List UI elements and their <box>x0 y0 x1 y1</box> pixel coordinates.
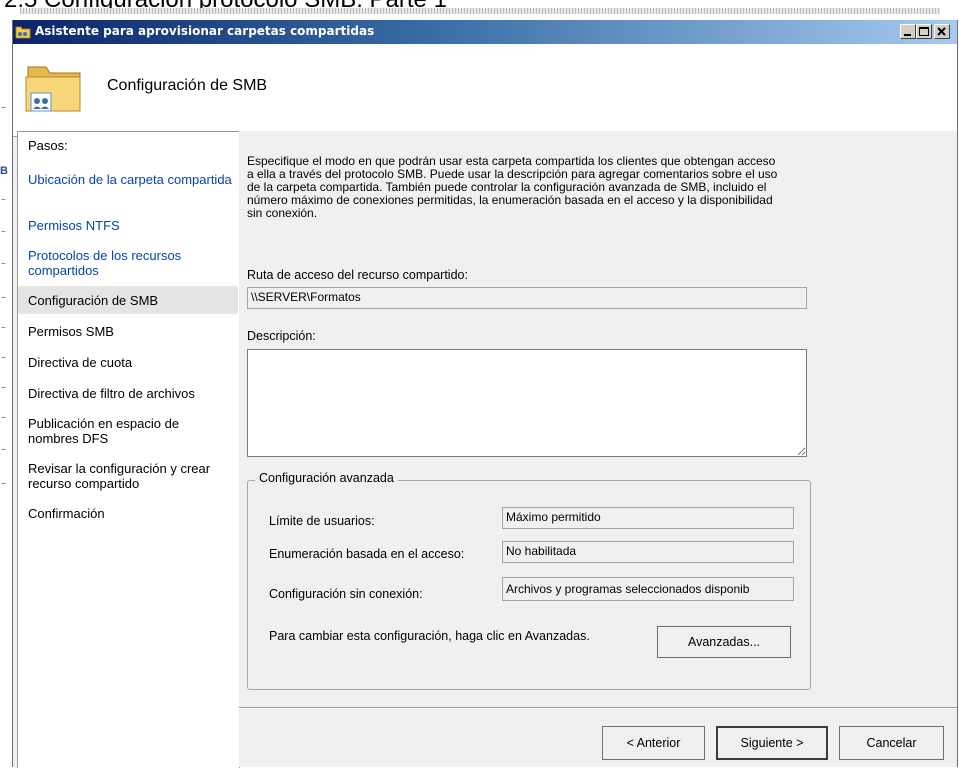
background-ie-label: B <box>0 165 8 177</box>
wizard-window: Asistente para aprovisionar carpetas com… <box>12 20 958 768</box>
offline-settings-value: Archivos y programas seleccionados dispo… <box>502 577 794 601</box>
minimize-button[interactable] <box>900 24 916 39</box>
step-review-create: Revisar la configuración y crear recurso… <box>28 461 211 491</box>
step-smb-settings: Configuración de SMB <box>28 293 159 308</box>
background-divider: – <box>1 292 6 303</box>
background-window-strip <box>20 8 940 14</box>
shared-folder-icon <box>15 26 31 39</box>
access-enumeration-value: No habilitada <box>502 541 794 563</box>
background-divider: – <box>1 382 6 393</box>
maximize-button[interactable] <box>916 24 932 39</box>
description-label: Descripción: <box>247 329 316 343</box>
advanced-button[interactable]: Avanzadas... <box>657 626 791 658</box>
step-quota-policy: Directiva de cuota <box>28 355 133 370</box>
background-divider: – <box>1 478 6 489</box>
step-content: Especifique el modo en que podrán usar e… <box>239 131 957 767</box>
back-button[interactable]: < Anterior <box>602 726 705 760</box>
step-dfs-namespace: Publicación en espacio de nombres DFS <box>28 416 180 446</box>
step-ntfs-permissions[interactable]: Permisos NTFS <box>28 218 233 233</box>
cancel-button[interactable]: Cancelar <box>839 726 944 760</box>
maximize-icon <box>919 27 929 36</box>
step-smb-permissions: Permisos SMB <box>28 324 114 339</box>
minimize-icon <box>904 34 911 36</box>
steps-sidebar: Pasos: Ubicación de la carpeta compartid… <box>17 131 240 768</box>
step-file-screen-policy: Directiva de filtro de archivos <box>28 386 195 401</box>
offline-settings-label: Configuración sin conexión: <box>269 587 423 601</box>
advanced-hint-text: Para cambiar esta configuración, haga cl… <box>269 629 590 643</box>
window-title: Asistente para aprovisionar carpetas com… <box>35 24 375 38</box>
background-divider: – <box>1 352 6 363</box>
next-button[interactable]: Siguiente > <box>716 726 828 760</box>
background-divider: – <box>1 444 6 455</box>
wizard-header: Configuración de SMB <box>13 44 957 137</box>
background-divider: – <box>1 194 6 205</box>
share-path-label: Ruta de acceso del recurso compartido: <box>247 268 468 282</box>
step-folder-location[interactable]: Ubicación de la carpeta compartida <box>28 172 233 187</box>
close-icon <box>937 27 946 36</box>
access-enumeration-label: Enumeración basada en el acceso: <box>269 547 465 561</box>
page-title: Configuración de SMB <box>107 77 268 94</box>
background-divider: – <box>1 102 6 113</box>
step-share-protocols[interactable]: Protocolos de los recursos compartidos <box>28 248 233 278</box>
description-textarea[interactable] <box>247 349 807 457</box>
shared-folder-large-icon <box>25 66 81 112</box>
background-divider: – <box>1 412 6 423</box>
share-path-field[interactable]: \\SERVER\Formatos <box>247 287 807 309</box>
steps-heading: Pasos: <box>28 138 68 153</box>
background-divider: – <box>1 322 6 333</box>
intro-text: Especifique el modo en que podrán usar e… <box>247 154 778 220</box>
user-limit-value: Máximo permitido <box>502 507 794 529</box>
footer-separator <box>239 707 957 709</box>
background-divider: – <box>1 226 6 237</box>
title-bar[interactable]: Asistente para aprovisionar carpetas com… <box>13 20 957 44</box>
advanced-settings-title: Configuración avanzada <box>255 471 398 485</box>
background-divider: – <box>1 258 6 269</box>
close-button[interactable] <box>934 24 950 39</box>
step-confirmation: Confirmación <box>28 506 105 521</box>
user-limit-label: Límite de usuarios: <box>269 514 375 528</box>
